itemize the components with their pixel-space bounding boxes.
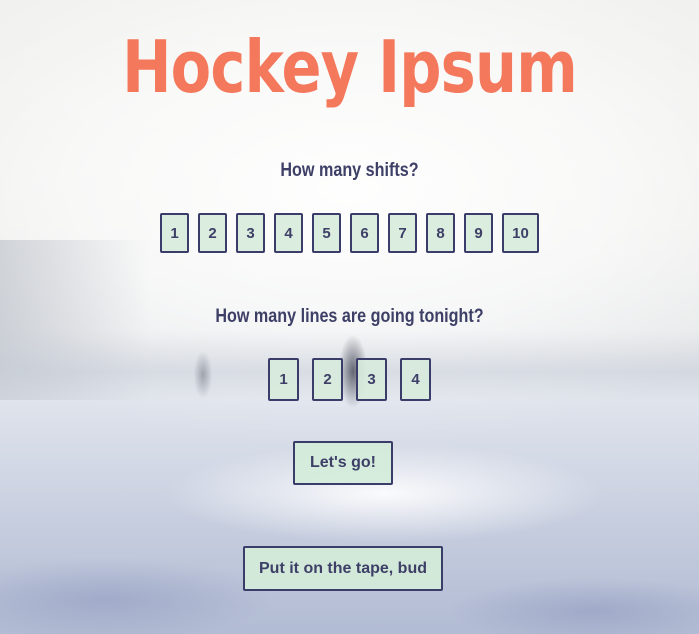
shift-option-7[interactable]: 7 <box>388 213 417 253</box>
shift-option-5[interactable]: 5 <box>312 213 341 253</box>
shift-option-6[interactable]: 6 <box>350 213 379 253</box>
lets-go-button[interactable]: Let's go! <box>293 441 393 485</box>
shift-option-3[interactable]: 3 <box>236 213 265 253</box>
line-option-1[interactable]: 1 <box>268 358 299 401</box>
shift-option-10[interactable]: 10 <box>502 213 539 253</box>
line-option-2[interactable]: 2 <box>312 358 343 401</box>
put-it-on-the-tape-button[interactable]: Put it on the tape, bud <box>243 546 443 591</box>
line-option-4[interactable]: 4 <box>400 358 431 401</box>
lines-options: 1 2 3 4 <box>0 358 699 401</box>
shift-option-2[interactable]: 2 <box>198 213 227 253</box>
line-option-3[interactable]: 3 <box>356 358 387 401</box>
shift-option-4[interactable]: 4 <box>274 213 303 253</box>
shift-option-1[interactable]: 1 <box>160 213 189 253</box>
shift-option-8[interactable]: 8 <box>426 213 455 253</box>
page-title: Hockey Ipsum <box>122 25 578 109</box>
main-content: Hockey Ipsum How many shifts? 1 2 3 4 5 … <box>0 0 699 634</box>
shifts-options: 1 2 3 4 5 6 7 8 9 10 <box>0 213 699 253</box>
shifts-question: How many shifts? <box>280 160 419 181</box>
lines-question: How many lines are going tonight? <box>215 306 484 327</box>
shift-option-9[interactable]: 9 <box>464 213 493 253</box>
